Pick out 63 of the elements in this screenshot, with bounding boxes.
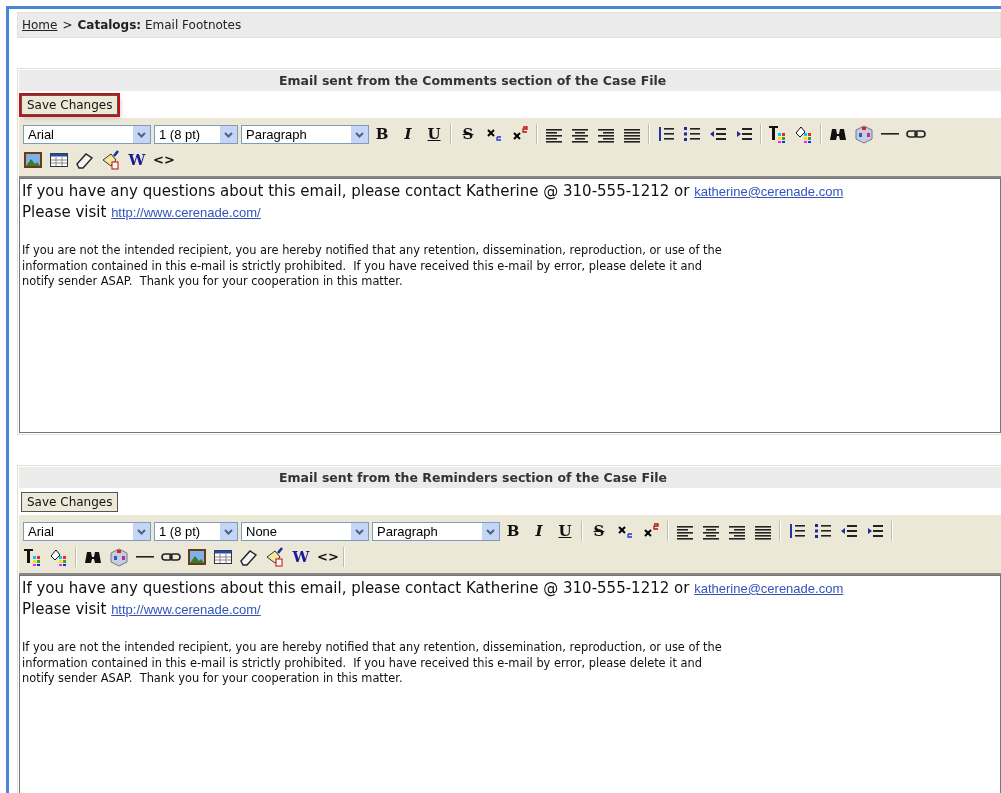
bold-button[interactable]: B (372, 124, 392, 144)
website-link[interactable]: http://www.cerenade.com/ (111, 602, 261, 617)
word-paste-button[interactable]: W (127, 150, 147, 170)
dropdown[interactable]: Arial (23, 521, 151, 541)
cube-icon[interactable] (109, 547, 129, 567)
dropdown[interactable]: None (241, 521, 369, 541)
source-code-button[interactable]: <> (317, 547, 337, 567)
caret-icon (351, 125, 368, 143)
page-title: Catalogs: Email Footnotes (77, 18, 242, 32)
disclaimer-text: If you are not the intended recipient, you are hereby notified that any retention, dissemination, reproduction, or use of the information contained in this e-mail is strictly prohibited. If you have received this e-mail by error, please delete it and notify sender ASAP. Thank you for your cooperation in this matter. (22, 243, 723, 290)
italic-button[interactable]: I (529, 521, 549, 541)
italic-button[interactable]: I (398, 124, 418, 144)
dropdown[interactable]: 1 (8 pt) (154, 124, 238, 144)
word-paste-button[interactable]: W (291, 547, 311, 567)
bullet-list-icon[interactable] (682, 124, 702, 144)
source-code-button[interactable]: <> (153, 150, 173, 170)
strikethrough-button[interactable]: S (589, 521, 609, 541)
save-button[interactable]: Save Changes (21, 95, 119, 115)
underline-button[interactable]: U (555, 521, 575, 541)
numbered-list-icon[interactable] (787, 521, 807, 541)
caret-icon (133, 522, 150, 540)
visit-sentence: Please visit http://www.cerenade.com/ (22, 202, 262, 223)
caret-icon (351, 522, 368, 540)
text-color-icon[interactable] (768, 124, 788, 144)
eraser-icon[interactable] (75, 150, 95, 170)
image-icon[interactable] (187, 547, 207, 567)
brush-icon[interactable] (265, 547, 285, 567)
strikethrough-button[interactable]: S (458, 124, 478, 144)
fill-color-icon[interactable] (49, 547, 69, 567)
save-button[interactable]: Save Changes (21, 492, 119, 512)
email-link[interactable]: katherine@cerenade.com (694, 581, 844, 596)
contact-sentence: If you have any questions about this email, please contact Katherine @ 310-555-1212 or katherine@cerenade.com (22, 181, 845, 202)
dropdown[interactable]: Paragraph (372, 521, 500, 541)
dropdown[interactable]: Paragraph (241, 124, 369, 144)
underline-button[interactable]: U (424, 124, 444, 144)
breadcrumb-separator: > (62, 18, 73, 32)
bullet-list-icon[interactable] (813, 521, 833, 541)
bold-button[interactable]: B (503, 521, 523, 541)
disclaimer-text: If you are not the intended recipient, you are hereby notified that any retention, dissemination, reproduction, or use of the information contained in this e-mail is strictly prohibited. If you have received this e-mail by error, please delete it and notify sender ASAP. Thank you for your cooperation in this matter. (22, 640, 723, 687)
text-color-icon[interactable] (23, 547, 43, 567)
section-header: Email sent from the Comments section of the Case File (19, 70, 1001, 91)
image-icon[interactable] (23, 150, 43, 170)
editor-area[interactable] (19, 575, 1001, 793)
cube-icon[interactable] (854, 124, 874, 144)
brush-icon[interactable] (101, 150, 121, 170)
caret-icon (220, 522, 237, 540)
table-icon[interactable] (213, 547, 233, 567)
dropdown[interactable]: 1 (8 pt) (154, 521, 238, 541)
dropdown[interactable]: Arial (23, 124, 151, 144)
caret-icon (482, 522, 499, 540)
caret-icon (220, 125, 237, 143)
editor-area[interactable] (19, 178, 1001, 433)
contact-sentence: If you have any questions about this email, please contact Katherine @ 310-555-1212 or katherine@cerenade.com (22, 578, 845, 599)
section-header: Email sent from the Reminders section of the Case File (19, 467, 1001, 488)
numbered-list-icon[interactable] (656, 124, 676, 144)
fill-color-icon[interactable] (794, 124, 814, 144)
visit-sentence: Please visit http://www.cerenade.com/ (22, 599, 262, 620)
table-icon[interactable] (49, 150, 69, 170)
home-link[interactable]: Home (22, 18, 58, 32)
caret-icon (133, 125, 150, 143)
eraser-icon[interactable] (239, 547, 259, 567)
website-link[interactable]: http://www.cerenade.com/ (111, 205, 261, 220)
email-link[interactable]: katherine@cerenade.com (694, 184, 844, 199)
